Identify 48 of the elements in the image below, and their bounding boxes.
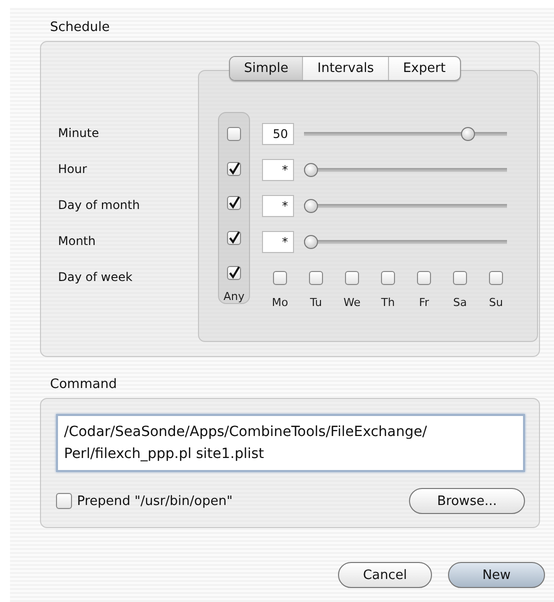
dialog-button[interactable]: Cancel <box>338 562 432 588</box>
day-checkbox[interactable] <box>273 271 287 285</box>
day-label: Th <box>381 296 395 309</box>
tab[interactable]: Intervals <box>303 57 389 80</box>
row-label: Day of week <box>58 269 134 286</box>
value-field[interactable]: * <box>262 231 294 253</box>
slider-thumb[interactable] <box>304 163 318 177</box>
day-label: Sa <box>453 296 467 309</box>
any-checkbox[interactable] <box>227 266 241 280</box>
slider-thumb[interactable] <box>304 235 318 249</box>
any-checkbox[interactable] <box>227 162 241 176</box>
slider-thumb[interactable] <box>304 199 318 213</box>
value-field[interactable]: 50 <box>262 123 294 145</box>
tab[interactable]: Expert <box>388 57 460 80</box>
day-label: We <box>344 296 360 309</box>
day-label: Tu <box>310 296 322 309</box>
any-label: Any <box>223 290 244 303</box>
command-field[interactable]: /Codar/SeaSonde/Apps/CombineTools/FileExchange/ Perl/filexch_ppp.pl site1.plist <box>56 414 525 472</box>
day-label: Fr <box>418 296 430 309</box>
day-label: Mo <box>272 296 288 309</box>
checkmark-icon <box>227 196 241 210</box>
browse-button[interactable]: Browse... <box>409 488 525 514</box>
value-field[interactable]: * <box>262 195 294 217</box>
group-title: Command <box>50 377 118 392</box>
dialog-button[interactable]: New <box>448 562 545 588</box>
checkmark-icon <box>227 266 241 280</box>
day-checkbox[interactable] <box>453 271 467 285</box>
day-checkbox[interactable] <box>489 271 503 285</box>
any-checkbox[interactable] <box>227 196 241 210</box>
row-label: Hour <box>58 161 88 178</box>
row-label: Month <box>58 233 97 250</box>
day-label: Su <box>489 296 503 309</box>
day-checkbox[interactable] <box>381 271 395 285</box>
any-checkbox[interactable] <box>227 231 241 246</box>
day-checkbox[interactable] <box>345 271 359 285</box>
any-checkbox[interactable] <box>227 127 241 142</box>
tab[interactable]: Simple <box>230 57 304 80</box>
day-checkbox[interactable] <box>309 271 323 285</box>
group-title: Schedule <box>50 20 111 35</box>
day-checkbox[interactable] <box>417 271 431 285</box>
slider-thumb[interactable] <box>460 127 475 141</box>
value-field[interactable]: * <box>262 159 294 181</box>
row-label: Minute <box>58 125 100 142</box>
prepend-checkbox[interactable] <box>56 493 72 509</box>
checkmark-icon <box>227 231 241 246</box>
row-label: Day of month <box>58 197 141 214</box>
checkmark-icon <box>227 162 241 176</box>
checkbox-label: Prepend "/usr/bin/open" <box>77 494 233 508</box>
